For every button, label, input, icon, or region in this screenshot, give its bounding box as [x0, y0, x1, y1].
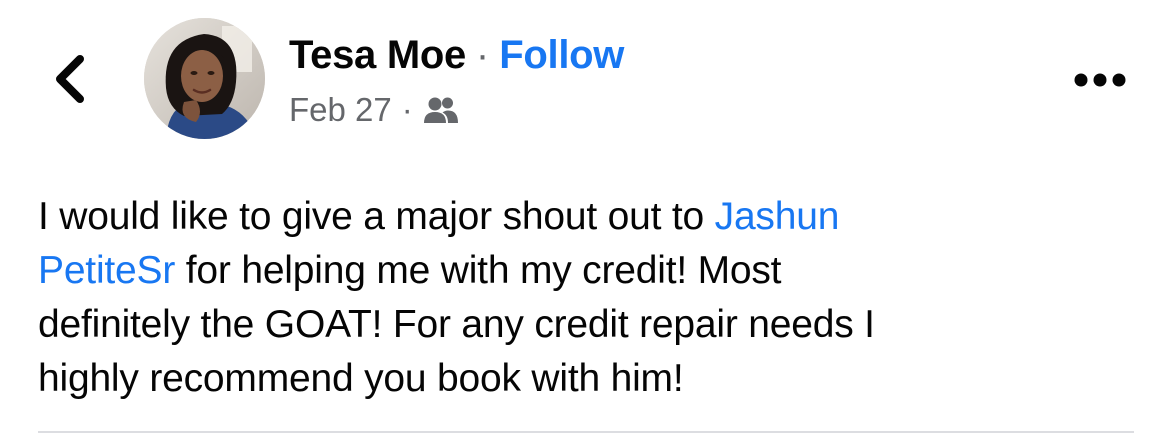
avatar-photo — [144, 18, 265, 139]
post-line: I would like to give a major shout out t… — [38, 190, 1138, 244]
post-text-segment: for helping me with my credit! Most — [175, 249, 782, 292]
post-line: definitely the GOAT! For any credit repa… — [38, 298, 1138, 352]
author-name[interactable]: Tesa Moe — [289, 33, 466, 78]
post-line: PetiteSr for helping me with my credit! … — [38, 244, 1138, 298]
post-line: highly recommend you book with him! — [38, 352, 1138, 406]
group-audience-icon — [423, 95, 459, 125]
post-body: I would like to give a major shout out t… — [38, 190, 1138, 406]
mention-link[interactable]: PetiteSr — [38, 249, 175, 292]
chevron-left-icon — [56, 55, 84, 103]
avatar[interactable] — [144, 18, 265, 139]
more-options-button[interactable] — [1060, 55, 1140, 105]
more-horizontal-icon — [1074, 73, 1126, 87]
separator-dot: · — [475, 32, 490, 77]
post-text-segment: I would like to give a major shout out t… — [38, 195, 715, 238]
mention-link[interactable]: Jashun — [715, 195, 840, 238]
divider — [38, 431, 1134, 433]
author-row: Tesa Moe · Follow — [289, 30, 624, 80]
post-meta: Feb 27 · — [289, 88, 459, 132]
follow-button[interactable]: Follow — [499, 33, 624, 78]
post-date[interactable]: Feb 27 — [289, 91, 392, 129]
post-text-segment: highly recommend you book with him! — [38, 357, 684, 400]
post-text-segment: definitely the GOAT! For any credit repa… — [38, 303, 875, 346]
back-button[interactable] — [40, 44, 100, 114]
meta-separator-dot: · — [401, 91, 413, 128]
